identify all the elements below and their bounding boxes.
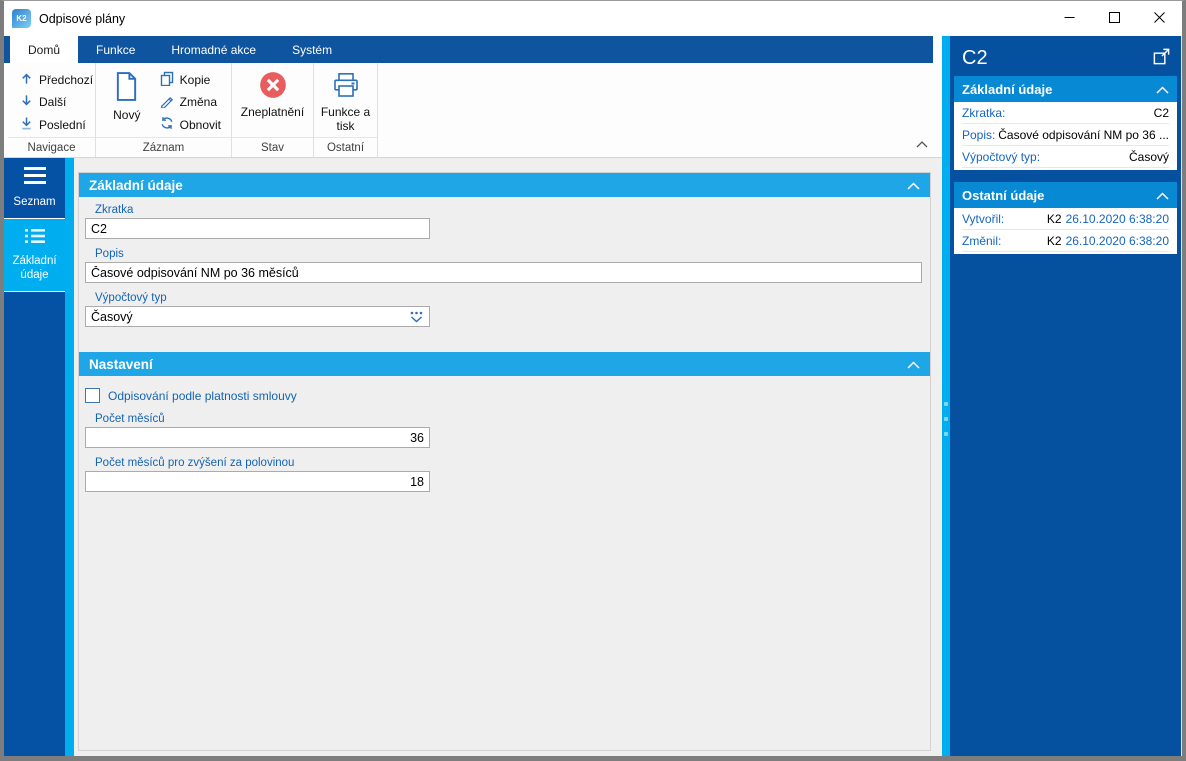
record-form: Základní údaje Zkratka Popis (78, 172, 931, 751)
open-in-new-window-icon (1152, 47, 1171, 69)
checkbox-unchecked[interactable] (85, 388, 100, 403)
main-content: Základní údaje Zkratka Popis (74, 158, 942, 756)
ribbon-tab-bar: Domů Funkce Hromadné akce Systém (4, 36, 933, 63)
chevron-up-icon (907, 178, 920, 193)
invalidate-button[interactable]: Zneplatnění (236, 67, 309, 137)
pencil-icon (160, 94, 174, 111)
arrow-down-last-icon (20, 116, 33, 133)
chevron-up-icon (1156, 188, 1169, 203)
sidebar-item-zakladni-udaje[interactable]: Základní údaje (4, 217, 65, 292)
panel-row-vypoctovy-typ: Výpočtový typ: Časový (962, 146, 1169, 168)
functions-and-print-button[interactable]: Funkce a tisk (318, 67, 373, 137)
printer-icon (332, 71, 360, 103)
copy-icon (160, 71, 174, 89)
tab-system[interactable]: Systém (274, 36, 350, 63)
panel-section-zakladni-udaje: Základní údaje Zkratka: C2 Popis: Časové… (954, 76, 1177, 170)
splitter-handle-icon (944, 402, 948, 436)
panel-row-zkratka: Zkratka: C2 (962, 102, 1169, 124)
close-button[interactable] (1137, 1, 1182, 36)
sidebar-accent-strip (65, 158, 74, 756)
field-label-pocet-mesicu: Počet měsíců (95, 413, 165, 425)
modified-datetime-link: 26.10.2020 6:38:20 (1065, 233, 1169, 248)
ribbon-group-stav: Zneplatnění Stav (232, 63, 314, 157)
view-sidebar: Seznam Základní údaje (4, 158, 74, 756)
refresh-button[interactable]: Obnovit (156, 114, 225, 135)
ribbon: Předchozí Další Poslední Navigace Nový K… (4, 63, 942, 158)
pocet-mesicu-input[interactable] (85, 427, 430, 448)
collapse-ribbon-button[interactable] (916, 136, 928, 151)
record-preview-panel: C2 Základní údaje Zkratka: C2 Popis: Čas… (950, 36, 1182, 756)
invalidate-icon (259, 71, 287, 103)
next-record-button[interactable]: Další (16, 92, 87, 113)
minimize-button[interactable] (1047, 1, 1092, 36)
panel-section-ostatni-udaje: Ostatní údaje Vytvořil: K2 26.10.2020 6:… (954, 182, 1177, 254)
panel-row-zmenil: Změnil: K2 26.10.2020 6:38:20 (962, 230, 1169, 252)
zkratka-input[interactable] (85, 218, 430, 239)
tab-hromadne-akce[interactable]: Hromadné akce (153, 36, 274, 63)
last-record-button[interactable]: Poslední (16, 114, 87, 135)
chevron-up-icon (916, 136, 928, 151)
app-window: K2 Odpisové plány Domů Funkce Hromadné a… (0, 0, 1186, 761)
tab-domu[interactable]: Domů (10, 36, 79, 63)
ribbon-group-label: Záznam (96, 137, 231, 157)
list-icon (23, 228, 47, 249)
created-datetime-link: 26.10.2020 6:38:20 (1065, 211, 1169, 226)
collapse-section-button[interactable] (907, 357, 920, 372)
copy-record-button[interactable]: Kopie (156, 69, 225, 90)
chevron-up-icon (1156, 82, 1169, 97)
ribbon-group-navigace: Předchozí Další Poslední Navigace (8, 63, 96, 157)
section-header-nastaveni: Nastavení (79, 352, 930, 376)
ribbon-group-label: Ostatní (314, 137, 377, 157)
new-document-icon (114, 71, 139, 106)
edit-record-button[interactable]: Změna (156, 92, 225, 113)
ribbon-group-label: Stav (232, 137, 313, 157)
title-bar: K2 Odpisové plány (4, 1, 1182, 36)
field-label-zkratka: Zkratka (95, 204, 134, 216)
minimize-icon (1064, 11, 1075, 26)
checkbox-label: Odpisování podle platnosti smlouvy (108, 388, 297, 403)
field-label-pocet-mesicu-zvyseni: Počet měsíců pro zvýšení za polovinou (95, 457, 295, 469)
section-header-zakladni-udaje: Základní údaje (79, 173, 930, 197)
pocet-mesicu-zvyseni-input[interactable] (85, 471, 430, 492)
previous-record-button[interactable]: Předchozí (16, 69, 93, 90)
arrow-down-icon (20, 94, 33, 110)
collapse-panel-section-button[interactable] (1149, 182, 1169, 208)
record-title: C2 (962, 46, 988, 69)
close-icon (1154, 11, 1165, 26)
collapse-section-button[interactable] (907, 178, 920, 193)
menu-icon (23, 167, 47, 189)
tab-funkce[interactable]: Funkce (78, 36, 153, 63)
popis-input[interactable] (85, 262, 922, 283)
refresh-icon (160, 116, 174, 133)
panel-row-popis: Popis: Časové odpisování NM po 36 ... (962, 124, 1169, 146)
chevron-up-icon (907, 357, 920, 372)
dropdown-icon (409, 311, 424, 323)
window-title: Odpisové plány (39, 11, 126, 26)
maximize-button[interactable] (1092, 1, 1137, 36)
ribbon-group-label: Navigace (8, 137, 95, 157)
maximize-icon (1109, 11, 1120, 26)
arrow-up-icon (20, 72, 33, 88)
field-label-popis: Popis (95, 248, 124, 260)
sidebar-item-seznam[interactable]: Seznam (4, 158, 65, 218)
panel-splitter[interactable] (942, 36, 950, 756)
open-in-new-window-button[interactable] (1152, 47, 1171, 69)
ribbon-group-zaznam: Nový Kopie Změna Obnovit Záznam (96, 63, 232, 157)
window-controls (1047, 1, 1182, 36)
collapse-panel-section-button[interactable] (1149, 76, 1169, 102)
new-record-button[interactable]: Nový (100, 67, 154, 137)
ribbon-group-ostatni: Funkce a tisk Ostatní (314, 63, 378, 157)
field-label-vypoctovy-typ: Výpočtový typ (95, 292, 167, 304)
odpisovani-podle-platnosti-checkbox-row[interactable]: Odpisování podle platnosti smlouvy (85, 388, 930, 403)
k2-app-icon: K2 (12, 9, 31, 28)
panel-row-vytvoril: Vytvořil: K2 26.10.2020 6:38:20 (962, 208, 1169, 230)
vypoctovy-typ-dropdown[interactable]: Časový (85, 306, 430, 327)
